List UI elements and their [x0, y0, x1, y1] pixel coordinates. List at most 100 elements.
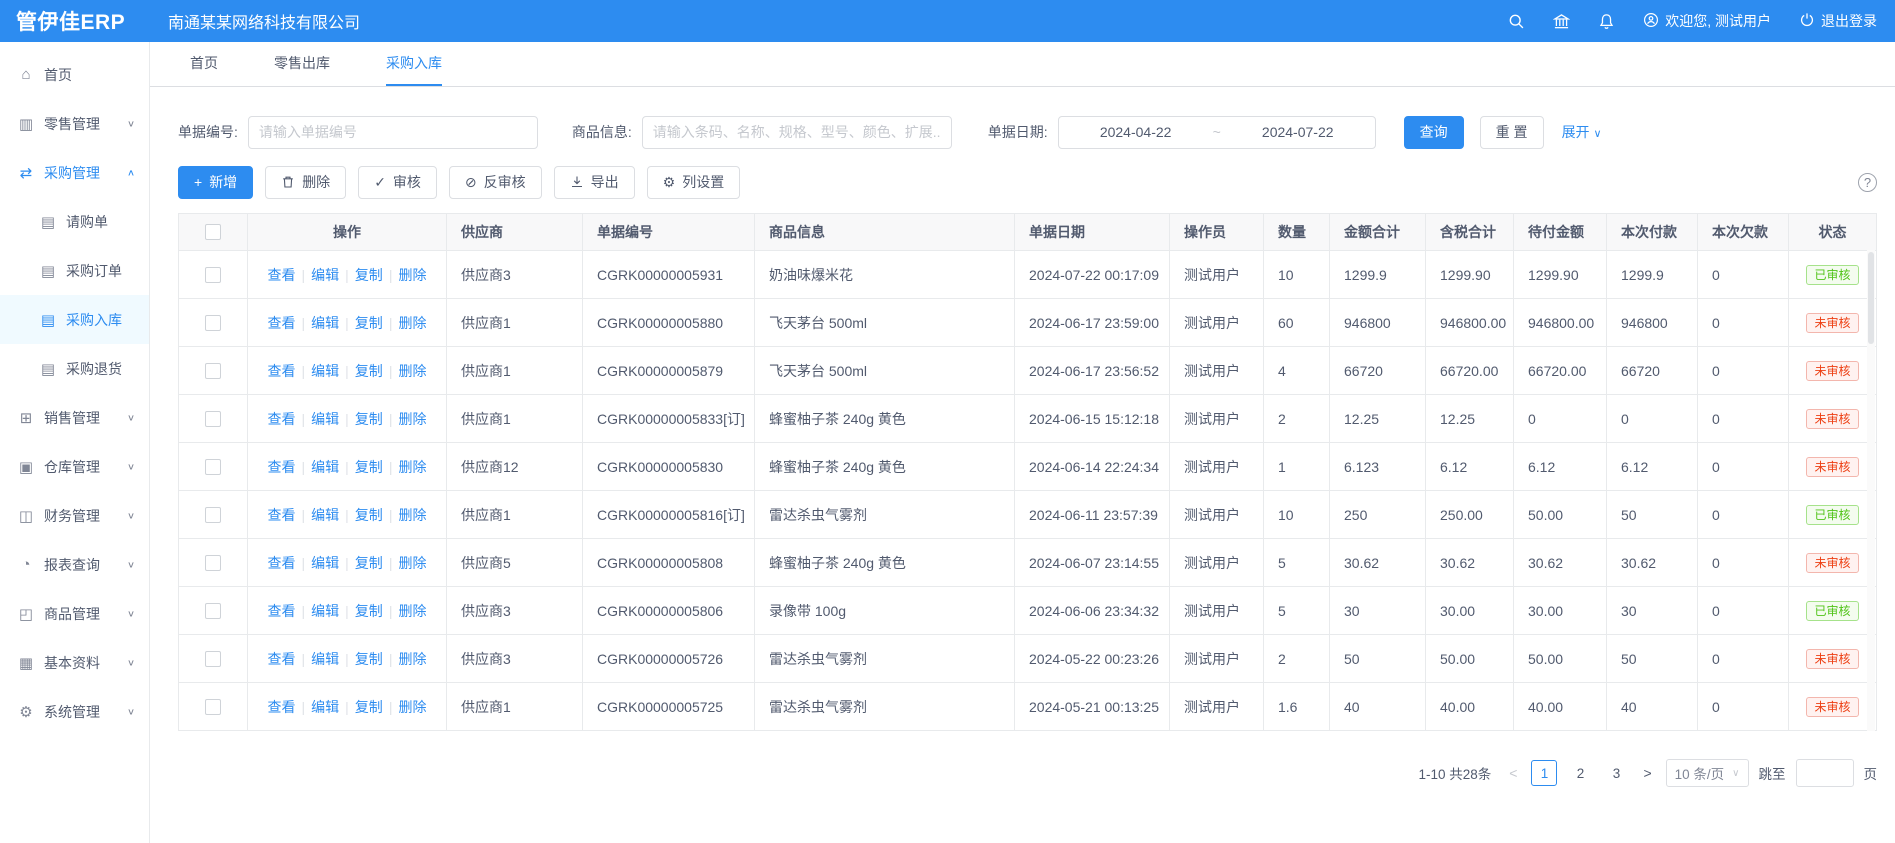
新增-button[interactable]: +新增 [178, 166, 253, 199]
action-link-编辑[interactable]: 编辑 [311, 313, 339, 333]
jump-page-input[interactable] [1796, 759, 1854, 787]
action-link-查看[interactable]: 查看 [268, 505, 296, 525]
sidebar-item-财务管理[interactable]: ◫财务管理∨ [0, 491, 149, 540]
action-link-查看[interactable]: 查看 [268, 361, 296, 381]
row-checkbox[interactable] [205, 267, 221, 283]
search-button[interactable]: 查询 [1404, 116, 1464, 149]
row-checkbox-cell [179, 347, 248, 394]
row-checkbox[interactable] [205, 315, 221, 331]
action-link-删除[interactable]: 删除 [398, 457, 426, 477]
action-link-查看[interactable]: 查看 [268, 601, 296, 621]
table-scrollbar[interactable] [1867, 250, 1875, 731]
action-link-编辑[interactable]: 编辑 [311, 697, 339, 717]
date-from-value[interactable]: 2024-04-22 [1100, 124, 1172, 140]
sidebar-item-销售管理[interactable]: ⊞销售管理∨ [0, 393, 149, 442]
action-link-编辑[interactable]: 编辑 [311, 601, 339, 621]
action-link-复制[interactable]: 复制 [355, 649, 383, 669]
action-link-删除[interactable]: 删除 [398, 409, 426, 429]
user-menu[interactable]: 欢迎您, 测试用户 [1643, 11, 1771, 31]
search-icon[interactable] [1508, 13, 1525, 30]
sidebar-item-商品管理[interactable]: ◰商品管理∨ [0, 589, 149, 638]
reset-button[interactable]: 重 置 [1480, 116, 1544, 149]
action-link-删除[interactable]: 删除 [398, 649, 426, 669]
help-icon[interactable]: ? [1858, 173, 1877, 192]
row-checkbox[interactable] [205, 363, 221, 379]
action-link-复制[interactable]: 复制 [355, 601, 383, 621]
action-link-查看[interactable]: 查看 [268, 313, 296, 333]
tab-首页[interactable]: 首页 [190, 42, 218, 86]
审核-button[interactable]: ✓审核 [358, 166, 437, 199]
action-link-查看[interactable]: 查看 [268, 649, 296, 669]
action-link-复制[interactable]: 复制 [355, 553, 383, 573]
goods-icon: ◰ [18, 605, 34, 623]
bill-no-input[interactable] [248, 116, 538, 149]
action-link-删除[interactable]: 删除 [398, 361, 426, 381]
sidebar-item-首页[interactable]: ⌂首页 [0, 50, 149, 99]
action-link-删除[interactable]: 删除 [398, 601, 426, 621]
action-link-编辑[interactable]: 编辑 [311, 265, 339, 285]
action-link-编辑[interactable]: 编辑 [311, 649, 339, 669]
action-link-删除[interactable]: 删除 [398, 697, 426, 717]
cell-paid: 946800 [1607, 299, 1698, 346]
action-link-删除[interactable]: 删除 [398, 265, 426, 285]
action-link-编辑[interactable]: 编辑 [311, 409, 339, 429]
action-link-复制[interactable]: 复制 [355, 697, 383, 717]
sidebar-item-请购单[interactable]: ▤请购单 [0, 197, 149, 246]
page-button-3[interactable]: 3 [1603, 760, 1629, 786]
action-link-查看[interactable]: 查看 [268, 409, 296, 429]
导出-button[interactable]: 导出 [554, 166, 635, 199]
sidebar-item-采购订单[interactable]: ▤采购订单 [0, 246, 149, 295]
action-link-查看[interactable]: 查看 [268, 457, 296, 477]
page-size-select[interactable]: 10 条/页 ∨ [1666, 759, 1749, 787]
action-link-复制[interactable]: 复制 [355, 361, 383, 381]
row-checkbox[interactable] [205, 507, 221, 523]
sidebar-item-零售管理[interactable]: ▥零售管理∨ [0, 99, 149, 148]
action-link-复制[interactable]: 复制 [355, 409, 383, 429]
列设置-button[interactable]: ⚙列设置 [647, 166, 741, 199]
prev-page-icon[interactable]: < [1505, 765, 1521, 781]
row-checkbox[interactable] [205, 603, 221, 619]
action-link-编辑[interactable]: 编辑 [311, 505, 339, 525]
action-link-复制[interactable]: 复制 [355, 265, 383, 285]
action-link-查看[interactable]: 查看 [268, 553, 296, 573]
action-link-复制[interactable]: 复制 [355, 457, 383, 477]
action-link-编辑[interactable]: 编辑 [311, 457, 339, 477]
scrollbar-thumb[interactable] [1868, 252, 1874, 344]
sidebar-item-基本资料[interactable]: ▦基本资料∨ [0, 638, 149, 687]
sidebar-item-系统管理[interactable]: ⚙系统管理∨ [0, 687, 149, 736]
action-link-编辑[interactable]: 编辑 [311, 361, 339, 381]
date-range-picker[interactable]: 2024-04-22 ~ 2024-07-22 [1058, 116, 1376, 149]
删除-button[interactable]: 删除 [265, 166, 346, 199]
action-link-删除[interactable]: 删除 [398, 505, 426, 525]
tab-采购入库[interactable]: 采购入库 [386, 42, 442, 86]
goods-info-input[interactable] [642, 116, 952, 149]
sidebar-item-采购管理[interactable]: ⇄采购管理∧ [0, 148, 149, 197]
sidebar-item-采购入库[interactable]: ▤采购入库 [0, 295, 149, 344]
action-link-查看[interactable]: 查看 [268, 265, 296, 285]
date-to-value[interactable]: 2024-07-22 [1262, 124, 1334, 140]
sidebar-item-仓库管理[interactable]: ▣仓库管理∨ [0, 442, 149, 491]
row-checkbox[interactable] [205, 555, 221, 571]
row-checkbox[interactable] [205, 411, 221, 427]
action-link-复制[interactable]: 复制 [355, 505, 383, 525]
bank-icon[interactable] [1553, 13, 1570, 30]
page-button-1[interactable]: 1 [1531, 760, 1557, 786]
action-link-复制[interactable]: 复制 [355, 313, 383, 333]
tab-零售出库[interactable]: 零售出库 [274, 42, 330, 86]
next-page-icon[interactable]: > [1639, 765, 1655, 781]
bell-icon[interactable] [1598, 13, 1615, 30]
row-checkbox[interactable] [205, 651, 221, 667]
logout-button[interactable]: 退出登录 [1799, 11, 1877, 31]
action-link-删除[interactable]: 删除 [398, 553, 426, 573]
row-checkbox[interactable] [205, 699, 221, 715]
action-link-编辑[interactable]: 编辑 [311, 553, 339, 573]
action-link-查看[interactable]: 查看 [268, 697, 296, 717]
expand-link[interactable]: 展开 ∨ [1562, 122, 1602, 142]
action-link-删除[interactable]: 删除 [398, 313, 426, 333]
select-all-checkbox[interactable] [205, 224, 221, 240]
row-checkbox[interactable] [205, 459, 221, 475]
page-button-2[interactable]: 2 [1567, 760, 1593, 786]
sidebar-item-报表查询[interactable]: ◔报表查询∨ [0, 540, 149, 589]
sidebar-item-采购退货[interactable]: ▤采购退货 [0, 344, 149, 393]
反审核-button[interactable]: ⊘反审核 [449, 166, 542, 199]
